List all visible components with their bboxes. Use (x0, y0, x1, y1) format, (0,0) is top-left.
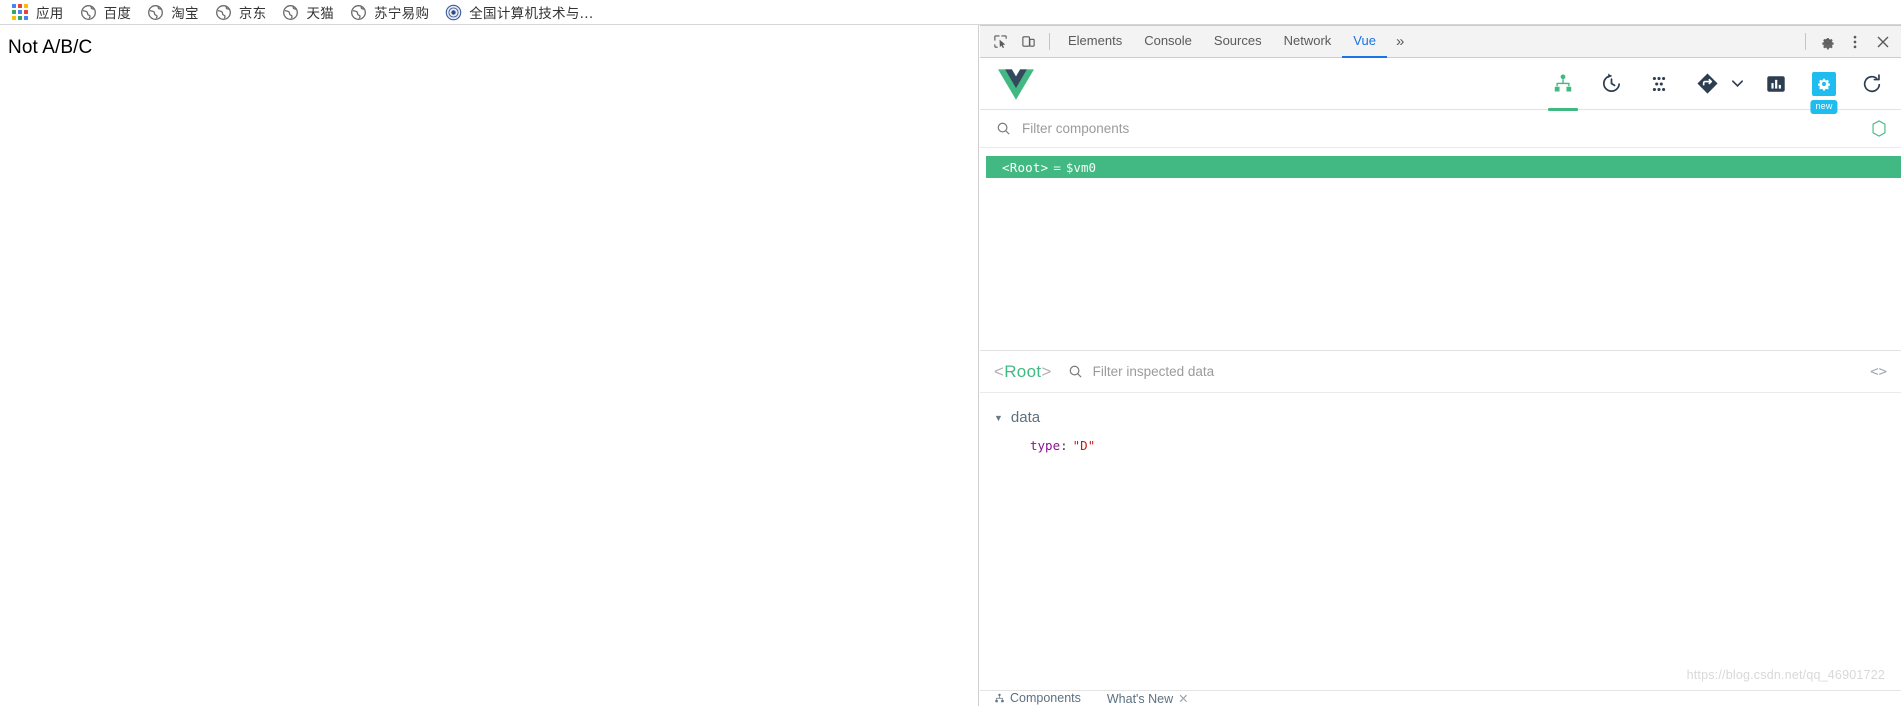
property-key: type (1030, 438, 1061, 453)
devtools-tabbar: Elements Console Sources Network Vue » (980, 26, 1901, 58)
footer-label: What's New (1106, 691, 1174, 706)
bookmark-tmall[interactable]: 天猫 (280, 1, 342, 23)
inspector-search (1068, 364, 1871, 379)
bookmark-label: 京东 (238, 6, 267, 22)
hexagon-select-icon[interactable] (1871, 120, 1887, 137)
close-icon[interactable]: ✕ (1178, 691, 1188, 706)
globe-icon (282, 4, 299, 21)
devtools-panel: Elements Console Sources Network Vue » n… (980, 25, 1901, 706)
toolbar-divider (1049, 33, 1050, 50)
bookmark-label: 苏宁易购 (374, 6, 430, 22)
bookmark-jd[interactable]: 京东 (213, 1, 275, 23)
tab-label: Sources (1213, 33, 1262, 48)
data-group-header[interactable]: ▼ data (994, 409, 1901, 426)
vue-devtools-toolbar: new (980, 58, 1901, 114)
component-inspector: <Root> <> ▼ data type:"D" https://blog.c… (980, 350, 1901, 706)
component-tree-row-root[interactable]: <Root> = $vm0 (986, 156, 1901, 178)
vue-devtools-footer: Components What's New ✕ (980, 690, 1901, 706)
components-tab-icon[interactable] (1546, 65, 1580, 111)
search-icon (1068, 364, 1083, 379)
bookmarks-bar: 应用 百度 淘宝 京东 天猫 苏宁易购 全国计算机技术与... (0, 0, 1901, 25)
new-badge: new (1810, 99, 1838, 114)
component-tag: <Root> (1002, 159, 1049, 175)
performance-bar-chart-icon[interactable] (1759, 65, 1793, 103)
bookmark-label: 百度 (103, 6, 132, 22)
inspected-component-name: <Root> (994, 362, 1052, 382)
property-value: "D" (1072, 438, 1096, 453)
page-viewport: Not A/B/C (0, 25, 979, 706)
footer-components-tab[interactable]: Components (994, 691, 1081, 705)
footer-whats-new[interactable]: What's New ✕ (1107, 691, 1189, 706)
angle-close: > (1041, 361, 1052, 381)
vue-tool-buttons: new (1546, 65, 1889, 114)
bookmark-label: 天猫 (306, 6, 335, 22)
chevron-down-icon[interactable] (1730, 76, 1745, 91)
gear-icon[interactable] (1813, 29, 1841, 55)
page-body-text: Not A/B/C (8, 37, 93, 58)
settings-gear-icon[interactable]: new (1807, 65, 1841, 114)
bookmark-apps[interactable]: 应用 (10, 1, 72, 23)
filter-components-input[interactable] (1022, 121, 1871, 136)
devtools-right-controls (1798, 29, 1901, 55)
vue-logo-icon (998, 68, 1034, 100)
vuex-dots-icon[interactable] (1642, 65, 1676, 103)
more-tabs-chevron-icon[interactable]: » (1387, 26, 1413, 58)
tab-label: Network (1283, 33, 1332, 48)
component-tree: <Root> = $vm0 (980, 148, 1901, 350)
more-options-icon[interactable] (1841, 29, 1869, 55)
filter-inspected-data-input[interactable] (1092, 364, 1871, 379)
globe-icon (80, 4, 97, 21)
component-equals: = (1053, 159, 1061, 175)
bookmark-label: 全国计算机技术与... (469, 6, 594, 22)
tab-label: Vue (1353, 33, 1376, 48)
root-name: Root (1004, 361, 1042, 381)
globe-icon (147, 4, 164, 21)
certificate-seal-icon (445, 4, 462, 21)
tab-label: Console (1144, 33, 1192, 48)
inspector-body: ▼ data type: "D" https://blog.csdn.net/qq… (980, 393, 1901, 706)
settings-gear-active-box (1812, 71, 1836, 96)
search-icon (996, 121, 1011, 136)
code-brackets-icon[interactable]: <> (1870, 364, 1887, 380)
component-instance: $vm0 (1065, 159, 1096, 175)
tab-network[interactable]: Network (1273, 26, 1343, 58)
tab-label: Elements (1068, 33, 1123, 48)
globe-icon (215, 4, 232, 21)
filter-components-row (980, 110, 1901, 148)
router-icon[interactable] (1690, 65, 1724, 103)
close-icon[interactable] (1869, 29, 1897, 55)
property-colon: : (1060, 438, 1068, 453)
device-toolbar-icon[interactable] (1014, 29, 1042, 55)
refresh-icon[interactable] (1855, 65, 1889, 103)
tab-console[interactable]: Console (1133, 26, 1203, 58)
toolbar-divider (1805, 33, 1806, 50)
bookmark-ncre[interactable]: 全国计算机技术与... (443, 1, 601, 23)
caret-down-icon[interactable]: ▼ (994, 413, 1003, 423)
timeline-history-icon[interactable] (1594, 65, 1628, 103)
bookmark-baidu[interactable]: 百度 (78, 1, 140, 23)
footer-label: Components (1010, 691, 1081, 705)
globe-icon (350, 4, 367, 21)
bookmark-label: 淘宝 (171, 6, 199, 22)
watermark: https://blog.csdn.net/qq_46901722 (1686, 668, 1885, 682)
bookmark-taobao[interactable]: 淘宝 (145, 1, 207, 23)
data-group-label: data (1010, 409, 1041, 426)
tab-vue[interactable]: Vue (1342, 26, 1387, 58)
inspector-header: <Root> <> (980, 351, 1901, 393)
data-property-row[interactable]: type: "D" (1030, 438, 1901, 453)
tab-elements[interactable]: Elements (1057, 26, 1133, 58)
angle-open: < (994, 361, 1005, 381)
bookmark-label: 应用 (36, 6, 64, 22)
tab-sources[interactable]: Sources (1203, 26, 1273, 58)
inspect-element-icon[interactable] (986, 29, 1014, 55)
apps-grid-icon (12, 3, 29, 21)
bookmark-suning[interactable]: 苏宁易购 (348, 1, 437, 23)
